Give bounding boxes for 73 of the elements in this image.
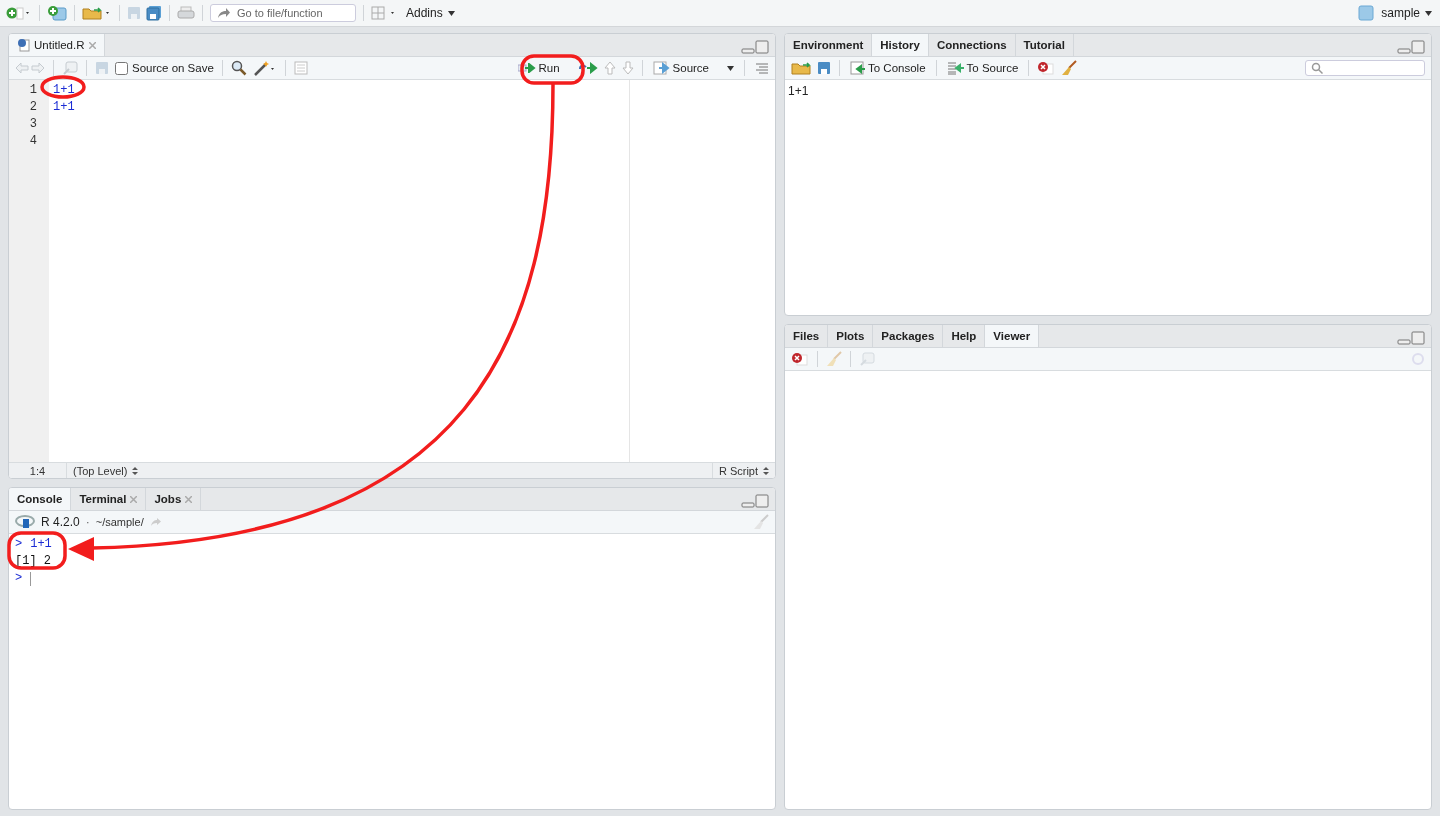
run-button[interactable]: Run: [516, 62, 562, 74]
print-icon[interactable]: [177, 6, 195, 20]
scope-menu[interactable]: (Top Level): [67, 463, 145, 478]
file-tab[interactable]: Untitled.R: [9, 34, 105, 56]
maximize-icon[interactable]: [1411, 331, 1425, 345]
search-field[interactable]: [1305, 60, 1425, 76]
separator-dot: ·: [85, 515, 90, 529]
pane-tab[interactable]: Console: [9, 488, 72, 510]
file-type-menu[interactable]: R Script: [711, 463, 775, 478]
go-to-file-field[interactable]: Go to file/function: [210, 4, 356, 22]
align-icon[interactable]: [755, 62, 769, 74]
delete-icon[interactable]: [791, 352, 809, 366]
maximize-icon[interactable]: [1411, 40, 1425, 54]
line-number: 1: [28, 82, 38, 99]
caret-icon: [727, 65, 734, 71]
cursor-position: 1:4: [9, 463, 67, 478]
source-button[interactable]: Source: [650, 61, 736, 75]
updown-icon: [132, 466, 139, 475]
r-file-icon: [17, 38, 30, 52]
arrow-icon: [217, 7, 231, 19]
save-all-icon[interactable]: [146, 5, 162, 21]
down-arrow-icon[interactable]: [621, 61, 634, 75]
caret-icon: [1425, 10, 1432, 16]
line-number: 4: [28, 133, 38, 150]
new-project-icon[interactable]: [47, 5, 67, 21]
command-text: 1+1: [30, 536, 52, 553]
maximize-icon[interactable]: [755, 494, 769, 508]
highlight-ring: [520, 54, 585, 85]
show-in-window-icon[interactable]: [62, 61, 78, 75]
show-in-window-icon[interactable]: [859, 352, 875, 366]
updown-icon: [763, 466, 769, 475]
delete-icon[interactable]: [1037, 61, 1056, 75]
to-console-button[interactable]: To Console: [848, 61, 928, 75]
highlight-ring: [40, 75, 86, 99]
folder-icon[interactable]: [82, 6, 112, 20]
line-number: 3: [28, 116, 38, 133]
magic-wand-icon[interactable]: [252, 60, 277, 76]
checkbox-label: Source on Save: [132, 62, 214, 74]
code-line: 1+1: [53, 83, 75, 97]
up-arrow-icon[interactable]: [603, 61, 616, 75]
working-directory: ~/sample/: [95, 516, 144, 528]
close-icon[interactable]: [130, 495, 138, 503]
close-icon[interactable]: [185, 495, 193, 503]
save-icon[interactable]: [817, 61, 831, 75]
source-on-save-checkbox[interactable]: [115, 61, 128, 75]
new-file-icon[interactable]: [6, 6, 32, 20]
broom-icon[interactable]: [1061, 60, 1078, 76]
maximize-icon[interactable]: [755, 40, 769, 54]
list-arrow-icon: [946, 61, 965, 75]
go-arrow-icon[interactable]: [149, 517, 162, 527]
pane-tab[interactable]: History: [872, 34, 929, 56]
addins-menu[interactable]: Addins: [404, 6, 457, 20]
caret-icon: [447, 10, 455, 16]
rerun-icon[interactable]: [577, 62, 598, 74]
search-icon[interactable]: [230, 60, 247, 76]
outline-icon[interactable]: [293, 61, 308, 75]
console-output: [1] 2: [15, 553, 51, 570]
source-arrow-icon: [652, 61, 671, 75]
code-line: 1+1: [53, 100, 75, 114]
console-prompt: >: [15, 570, 23, 587]
search-icon: [1311, 62, 1323, 74]
highlight-ring: [7, 531, 67, 570]
pane-tab[interactable]: Viewer: [985, 325, 1040, 347]
console-prompt: >: [15, 536, 23, 553]
r-version: R 4.2.0: [41, 515, 80, 529]
line-number: 2: [28, 99, 38, 116]
project-menu[interactable]: sample: [1379, 6, 1434, 20]
back-forward-icon[interactable]: [15, 62, 45, 74]
run-arrow-icon: [518, 63, 537, 73]
folder-icon[interactable]: [791, 61, 811, 75]
to-source-button[interactable]: To Source: [944, 61, 1021, 75]
history-entry[interactable]: 1+1: [788, 83, 1428, 99]
close-icon[interactable]: [88, 41, 96, 49]
